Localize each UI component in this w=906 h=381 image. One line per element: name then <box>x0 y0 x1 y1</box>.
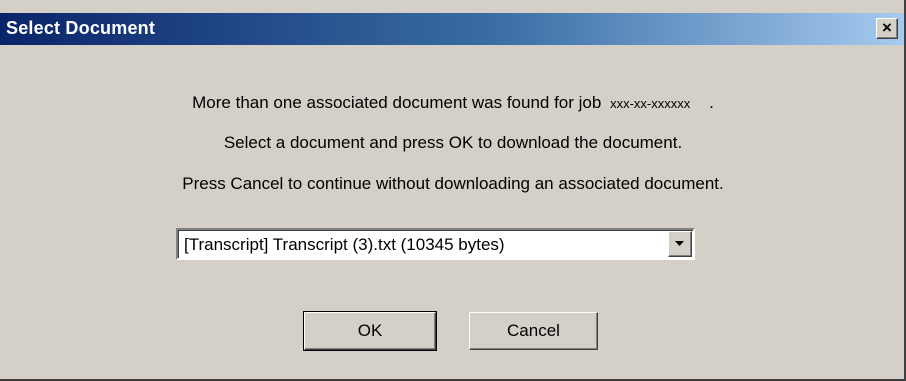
close-icon: × <box>882 18 892 37</box>
message-end: . <box>690 93 714 112</box>
message-line-1: More than one associated document was fo… <box>0 93 906 113</box>
dialog-title: Select Document <box>6 18 156 38</box>
select-document-dialog: Select Document × More than one associat… <box>0 0 906 381</box>
job-id: xxx-xx-xxxxxx <box>610 96 691 111</box>
close-button[interactable]: × <box>876 18 898 39</box>
title-bar[interactable]: Select Document × <box>0 13 904 45</box>
dropdown-button[interactable] <box>668 231 692 257</box>
ok-button[interactable]: OK <box>303 311 437 351</box>
message-text: More than one associated document was fo… <box>192 93 607 112</box>
chevron-down-icon <box>675 241 684 246</box>
document-select-value: [Transcript] Transcript (3).txt (10345 b… <box>184 235 505 254</box>
message-line-2: Select a document and press OK to downlo… <box>223 133 683 152</box>
cancel-button[interactable]: Cancel <box>469 312 598 350</box>
message-line-3: Press Cancel to continue without downloa… <box>182 174 724 193</box>
document-select[interactable]: [Transcript] Transcript (3).txt (10345 b… <box>176 228 695 260</box>
